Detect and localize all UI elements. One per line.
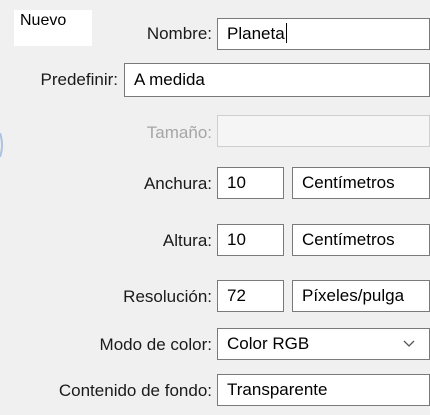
preset-dropdown[interactable]: A medida bbox=[124, 63, 430, 97]
color-mode-dropdown[interactable]: Color RGB bbox=[217, 328, 430, 360]
height-unit-value: Centímetros bbox=[302, 230, 395, 249]
dialog-title: Nuevo bbox=[20, 12, 67, 29]
resolution-value: 72 bbox=[227, 286, 246, 305]
height-unit-dropdown[interactable]: Centímetros bbox=[292, 224, 430, 256]
resolution-unit-value: Píxeles/pulga bbox=[302, 286, 405, 305]
background-contents-dropdown[interactable]: Transparente bbox=[217, 374, 430, 406]
color-mode-label: Modo de color: bbox=[99, 335, 212, 354]
resolution-input[interactable]: 72 bbox=[217, 280, 284, 312]
background-contents-label: Contenido de fondo: bbox=[58, 381, 212, 400]
background-contents-value: Transparente bbox=[227, 380, 328, 399]
preset-value: A medida bbox=[134, 70, 205, 89]
resolution-unit-dropdown[interactable]: Píxeles/pulga bbox=[292, 280, 430, 312]
height-value: 10 bbox=[227, 230, 246, 249]
selection-edge-mark bbox=[0, 133, 3, 157]
width-input[interactable]: 10 bbox=[217, 167, 284, 199]
width-unit-dropdown[interactable]: Centímetros bbox=[292, 167, 430, 199]
resolution-label: Resolución: bbox=[123, 287, 212, 306]
text-caret bbox=[285, 23, 287, 43]
width-label: Anchura: bbox=[143, 174, 212, 193]
name-input[interactable]: Planeta bbox=[217, 18, 430, 50]
chevron-down-icon bbox=[403, 329, 415, 359]
color-mode-value: Color RGB bbox=[227, 334, 310, 353]
name-value: Planeta bbox=[227, 24, 285, 43]
size-dropdown bbox=[217, 115, 430, 147]
height-input[interactable]: 10 bbox=[217, 224, 284, 256]
name-label: Nombre: bbox=[146, 24, 212, 43]
width-unit-value: Centímetros bbox=[302, 173, 395, 192]
preset-label: Predefinir: bbox=[40, 70, 118, 89]
height-label: Altura: bbox=[162, 231, 212, 250]
size-label: Tamaño: bbox=[146, 123, 212, 142]
width-value: 10 bbox=[227, 173, 246, 192]
